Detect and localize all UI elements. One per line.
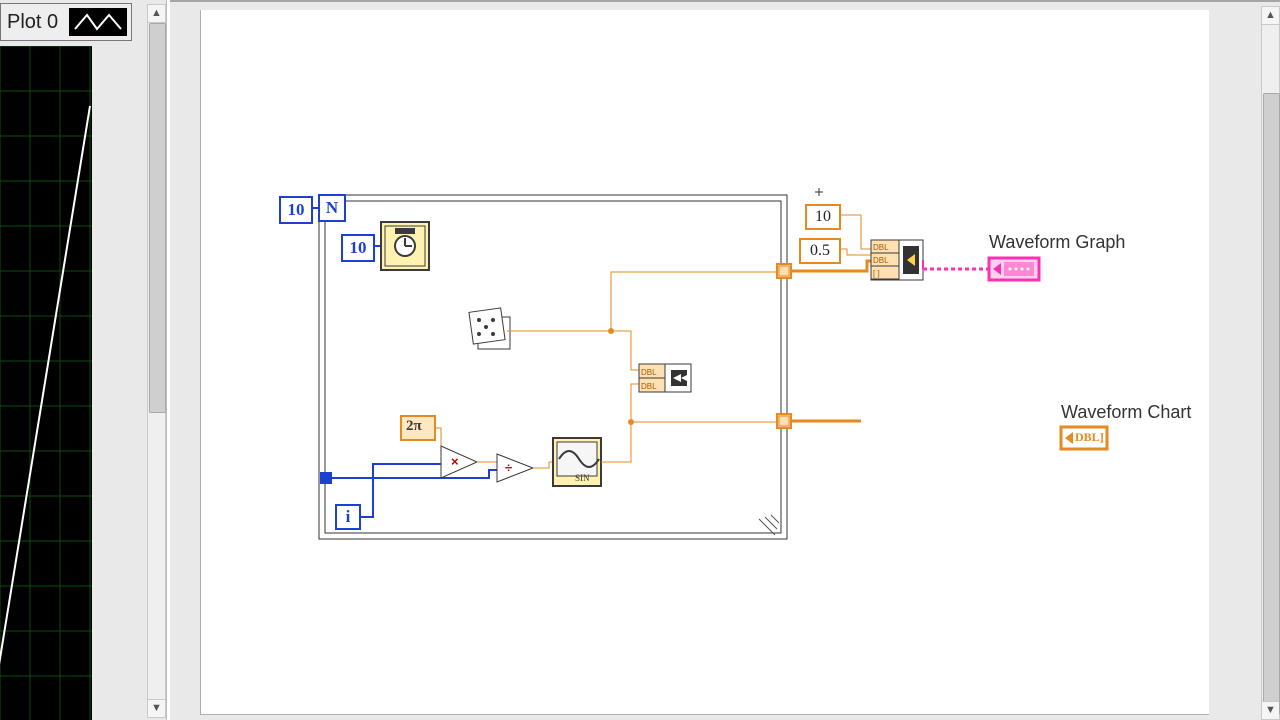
plot-line-style-swatch[interactable] [69, 8, 127, 36]
front-panel-vertical-scrollbar[interactable]: ▲ ▼ [147, 4, 166, 718]
svg-text:×: × [451, 454, 459, 469]
svg-text:÷: ÷ [505, 460, 512, 475]
front-panel-strip: Plot 0 ▲ ▼ [0, 0, 167, 720]
t0-constant[interactable]: 10 [805, 204, 841, 230]
multiply-node: × [441, 446, 477, 478]
for-loop-n-label: N [320, 196, 344, 220]
two-pi-label: 2π [406, 418, 422, 435]
sine-label: SIN [575, 473, 590, 483]
waveform-chart-plot-area[interactable] [0, 46, 92, 720]
t0-value: 10 [815, 208, 831, 226]
cursor-tool-icon [815, 188, 823, 196]
scroll-down-button[interactable]: ▼ [148, 699, 165, 717]
bd-scroll-up-button[interactable]: ▲ [1262, 7, 1279, 25]
chart-grid [0, 46, 92, 720]
svg-text:DBL: DBL [641, 382, 657, 391]
waveform-graph-label: Waveform Graph [989, 232, 1125, 253]
plot-legend[interactable]: Plot 0 [0, 3, 132, 41]
waveform-graph-terminal [989, 258, 1039, 280]
wait-ms-value: 10 [350, 238, 367, 258]
waveform-chart-label: Waveform Chart [1061, 402, 1191, 423]
block-diagram-panel: × ÷ [170, 0, 1280, 720]
block-diagram-svg: × ÷ [201, 10, 1209, 714]
block-diagram-canvas[interactable]: × ÷ [200, 10, 1209, 715]
bd-scroll-thumb[interactable] [1263, 93, 1280, 715]
block-diagram-vertical-scrollbar[interactable]: ▲ ▼ [1261, 6, 1280, 720]
random-number-node [469, 308, 510, 349]
waveform-chart-type: DBL] [1075, 430, 1104, 445]
svg-text:DBL: DBL [873, 243, 889, 252]
wait-ms-constant[interactable]: 10 [341, 234, 375, 262]
plot-legend-label: Plot 0 [1, 11, 64, 34]
dt-value: 0.5 [810, 242, 830, 260]
for-loop-i-label: i [337, 506, 359, 528]
svg-text:DBL: DBL [641, 368, 657, 377]
bd-scroll-down-button[interactable]: ▼ [1262, 701, 1279, 719]
loop-count-constant[interactable]: 10 [279, 196, 313, 224]
bundle-node: DBL DBL [ ] [871, 240, 923, 280]
wait-ms-node [381, 222, 429, 270]
scroll-thumb[interactable] [149, 23, 166, 413]
dt-constant[interactable]: 0.5 [799, 238, 841, 264]
loop-count-value: 10 [288, 200, 305, 220]
divide-node: ÷ [497, 454, 533, 482]
svg-text:[ ]: [ ] [873, 269, 880, 278]
build-array-node: DBL DBL [639, 364, 691, 392]
scroll-up-button[interactable]: ▲ [148, 5, 165, 23]
app-root: Plot 0 ▲ ▼ [0, 0, 1280, 720]
svg-text:DBL: DBL [873, 256, 889, 265]
